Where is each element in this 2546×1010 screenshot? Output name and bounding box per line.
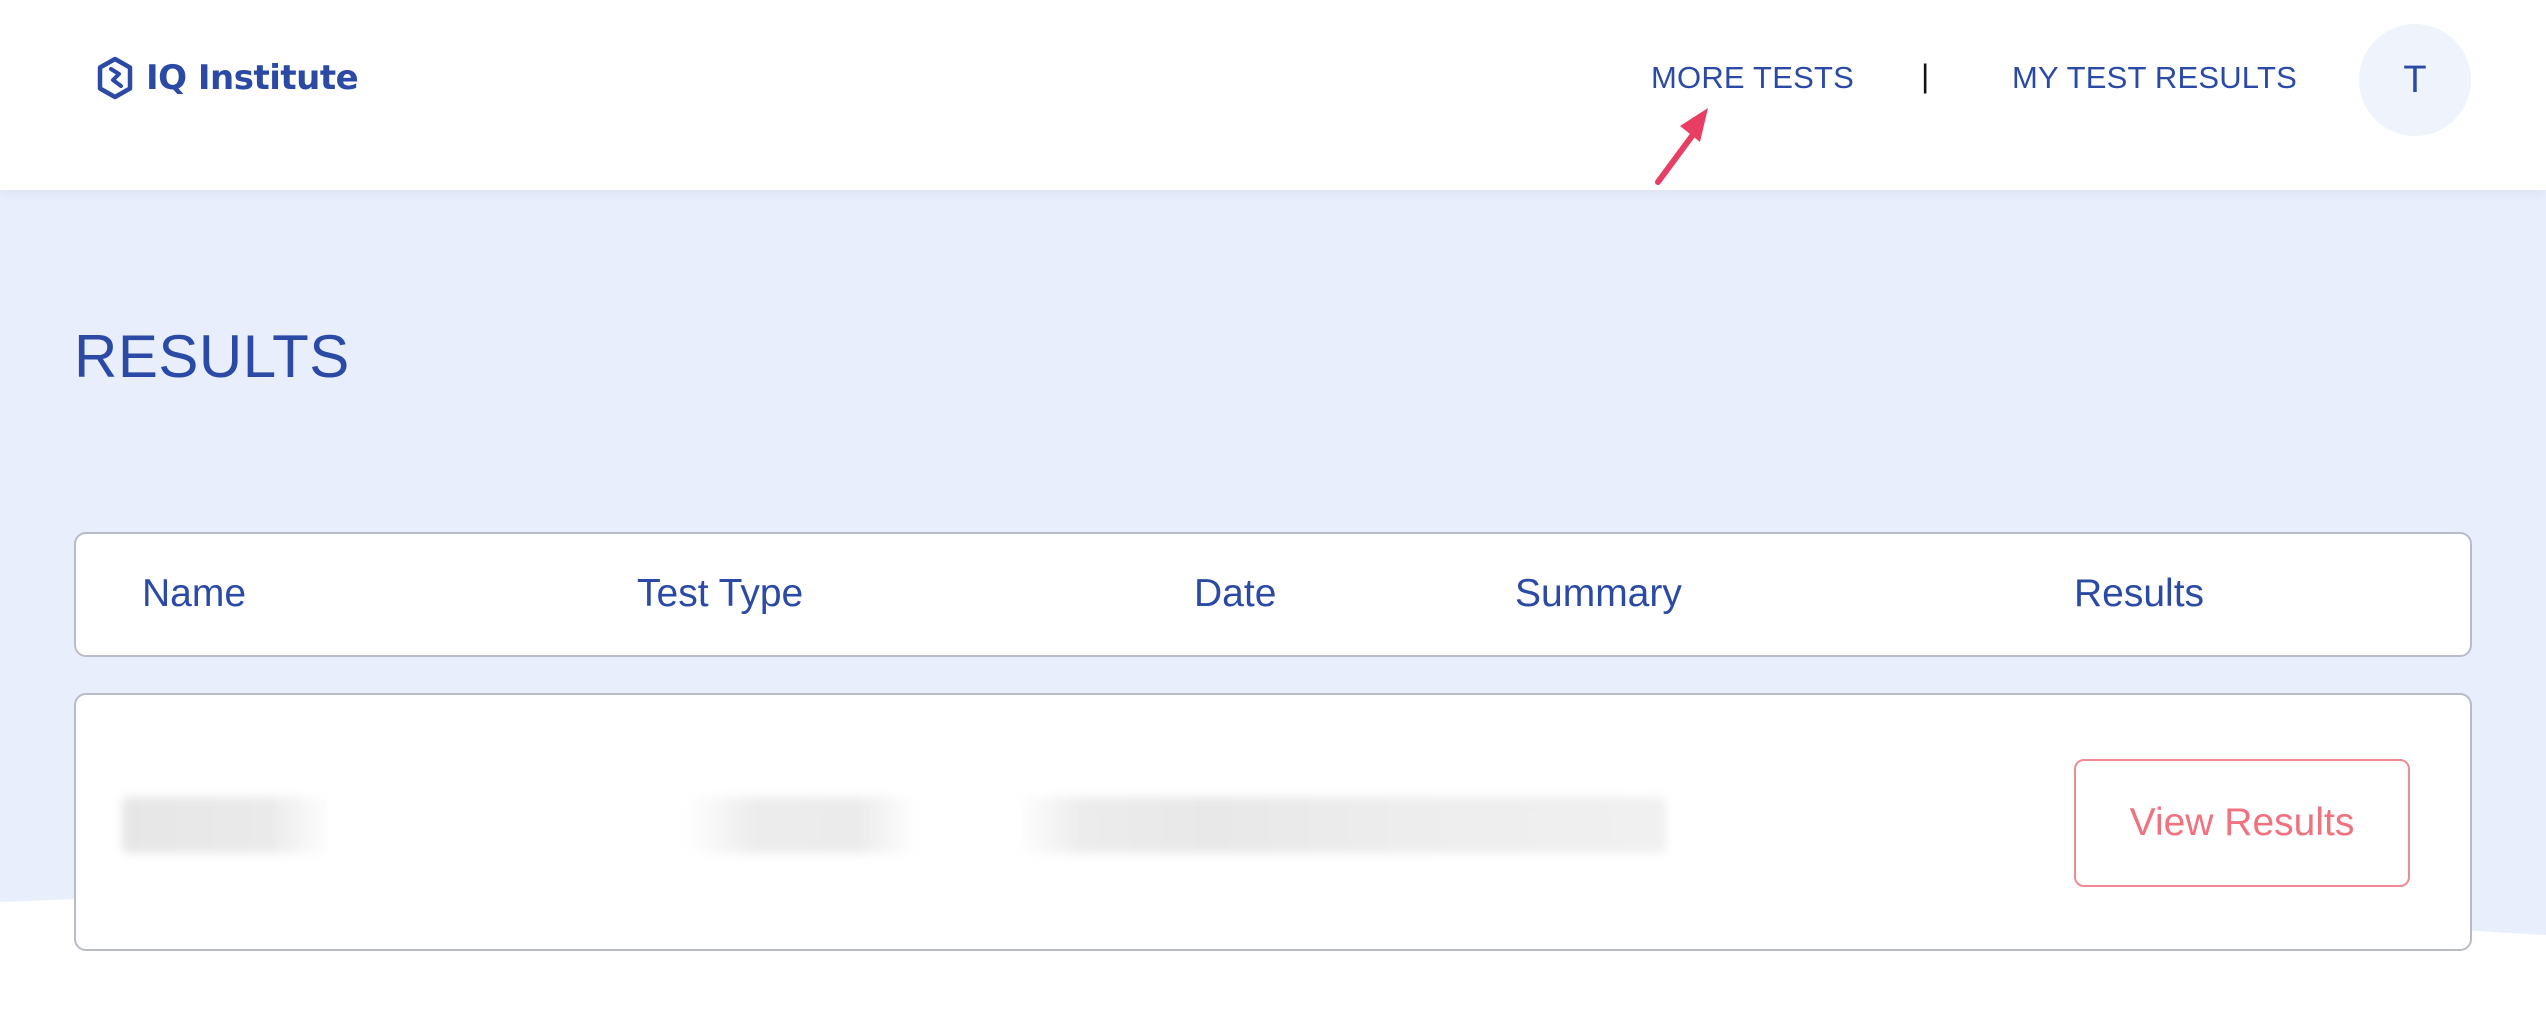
avatar-initial: T [2403, 58, 2427, 101]
arrow-pointer-icon [1655, 108, 1708, 185]
column-header-date: Date [1194, 572, 1277, 615]
column-header-results: Results [2074, 572, 2205, 615]
hexagon-logo-icon [97, 56, 133, 100]
column-header-name: Name [142, 572, 247, 615]
results-table-header: Name Test Type Date Summary Results [74, 532, 2472, 657]
row-date-summary-redacted [1016, 797, 1666, 853]
logo-text: IQ Institute [146, 58, 359, 98]
table-row: View Results [74, 693, 2472, 951]
nav-separator: | [1921, 58, 1930, 94]
row-name-redacted [122, 797, 332, 853]
nav-my-test-results-link[interactable]: MY TEST RESULTS [2012, 60, 2297, 96]
nav-more-tests-link[interactable]: MORE TESTS [1651, 60, 1854, 96]
top-nav-bar: IQ Institute MORE TESTS | MY TEST RESULT… [0, 0, 2546, 190]
page: IQ Institute MORE TESTS | MY TEST RESULT… [0, 0, 2546, 1010]
view-results-label: View Results [2129, 801, 2355, 844]
view-results-button[interactable]: View Results [2074, 759, 2410, 887]
row-test-type-redacted [686, 797, 916, 853]
user-avatar[interactable]: T [2359, 24, 2471, 136]
site-logo[interactable]: IQ Institute [96, 56, 359, 100]
column-header-test-type: Test Type [637, 572, 804, 615]
column-header-summary: Summary [1515, 572, 1682, 615]
page-title: RESULTS [74, 323, 350, 390]
